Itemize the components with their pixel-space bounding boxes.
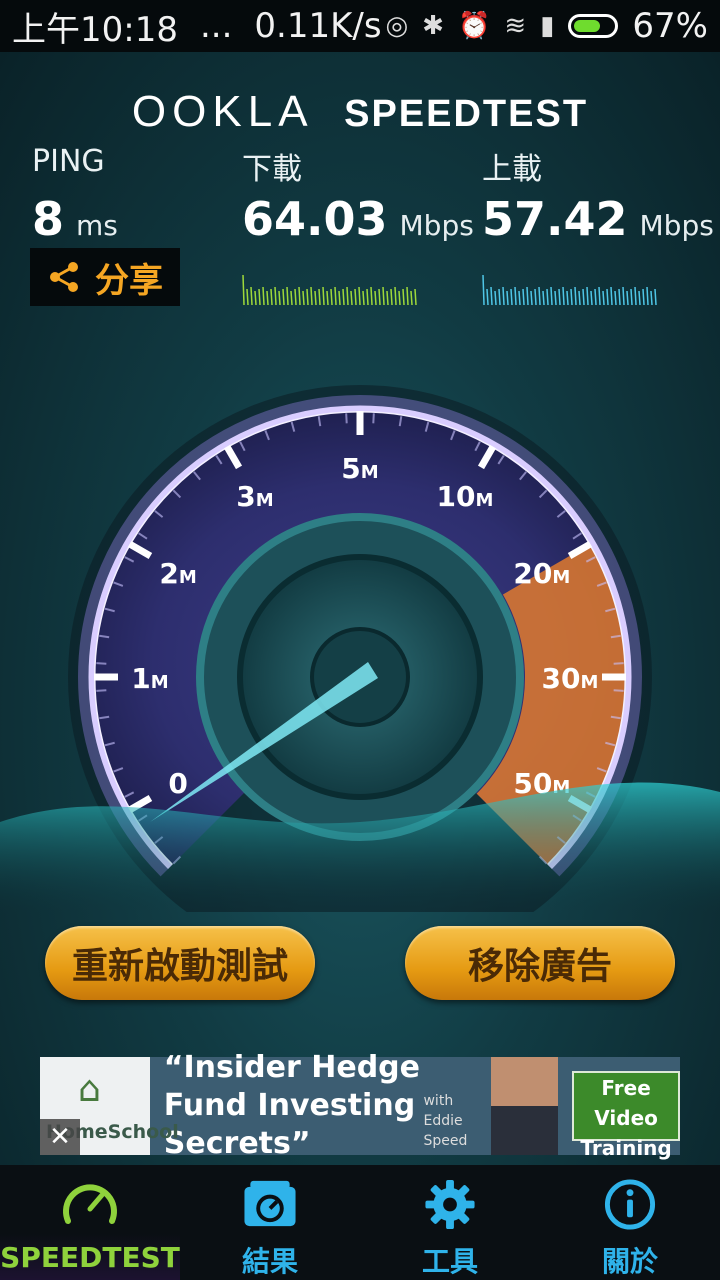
battery-percent: 67% [632, 6, 708, 46]
status-time: 上午10:18 [12, 9, 178, 50]
download-unit: Mbps [399, 209, 474, 242]
speedtest-logo: SPEEDTEST [344, 93, 589, 135]
ad-cta-button[interactable]: Free Video Training [572, 1071, 681, 1160]
status-net-speed: 0.11K/s [254, 6, 382, 46]
status-more: ... [199, 6, 233, 46]
ad-presenter-photo [490, 1057, 559, 1155]
ping-readout: 8 ms [32, 192, 118, 246]
restart-test-button[interactable]: 重新啟動測試 [45, 926, 315, 1000]
ping-label: PING [32, 144, 105, 179]
tab-speedtest[interactable]: SPEEDTEST [0, 1165, 180, 1280]
bottom-tab-bar: SPEEDTEST 結果 工具 關於 [0, 1165, 720, 1280]
gauge-minor-tick [613, 662, 624, 665]
upload-value: 57.42 [482, 192, 628, 246]
ad-close-button[interactable]: ✕ [40, 1119, 80, 1155]
app-logo: OOKLA SPEEDTEST [0, 87, 720, 137]
share-icon [50, 262, 78, 292]
tab-about[interactable]: 關於 [540, 1165, 720, 1280]
sync-icon: ◎ [385, 11, 409, 41]
battery-icon [568, 14, 619, 38]
gauge-minor-tick [613, 689, 624, 692]
bluetooth-icon: ✱ [422, 11, 444, 41]
upload-label: 上載 [482, 152, 542, 187]
info-icon [604, 1179, 656, 1230]
tab-speedtest-label: SPEEDTEST [0, 1241, 180, 1274]
download-sparkline [242, 274, 417, 306]
gauge-minor-tick [96, 662, 107, 665]
ad-headline: “Insider Hedge Fund Investing Secrets” [163, 1050, 420, 1161]
tab-tools-label: 工具 [421, 1245, 478, 1278]
results-icon [244, 1180, 296, 1227]
ad-banner[interactable]: ⌂ HomeSchool ✕ “Insider Hedge Fund Inves… [40, 1050, 681, 1161]
speedometer-icon [63, 1184, 117, 1224]
wifi-icon: ≋ [504, 11, 527, 41]
ad-logo: ⌂ HomeSchool ✕ [40, 1057, 179, 1155]
ping-unit: ms [76, 209, 118, 242]
gear-icon [425, 1179, 475, 1230]
gauge-minor-tick [96, 689, 107, 692]
download-label: 下載 [242, 152, 302, 187]
main-area: OOKLA SPEEDTEST PING 8 ms 下載 64.03 Mbps 上載… [0, 52, 720, 1165]
share-label: 分享 [95, 260, 163, 301]
upload-sparkline [482, 274, 657, 306]
download-readout: 64.03 Mbps [242, 192, 474, 246]
remove-ads-button[interactable]: 移除廣告 [405, 926, 675, 1000]
share-button[interactable]: 分享 [30, 248, 180, 306]
gauge-minor-tick [345, 413, 348, 424]
house-icon: ⌂ [78, 1069, 101, 1110]
gauge-tick-label: 0 [168, 767, 187, 800]
signal-icon: ▮ [540, 11, 555, 41]
gauge-minor-tick [372, 413, 375, 424]
download-value: 64.03 [242, 192, 388, 246]
tab-results-label: 結果 [241, 1245, 298, 1278]
status-bar: 上午10:18 ... 0.11K/s ◎ ✱ ⏰ ≋ ▮ 67% [0, 0, 720, 52]
tab-about-label: 關於 [601, 1245, 658, 1278]
ping-value: 8 [32, 192, 65, 246]
ookla-logo: OOKLA [131, 87, 314, 136]
tab-tools[interactable]: 工具 [360, 1165, 540, 1280]
upload-readout: 57.42 Mbps [482, 192, 714, 246]
upload-unit: Mbps [639, 209, 714, 242]
ad-presenter: with Eddie Speed [423, 1093, 468, 1149]
tab-results[interactable]: 結果 [180, 1165, 360, 1280]
alarm-icon: ⏰ [457, 11, 491, 41]
speed-gauge: 01M2M3M5M10M20M30M50M [0, 385, 720, 912]
